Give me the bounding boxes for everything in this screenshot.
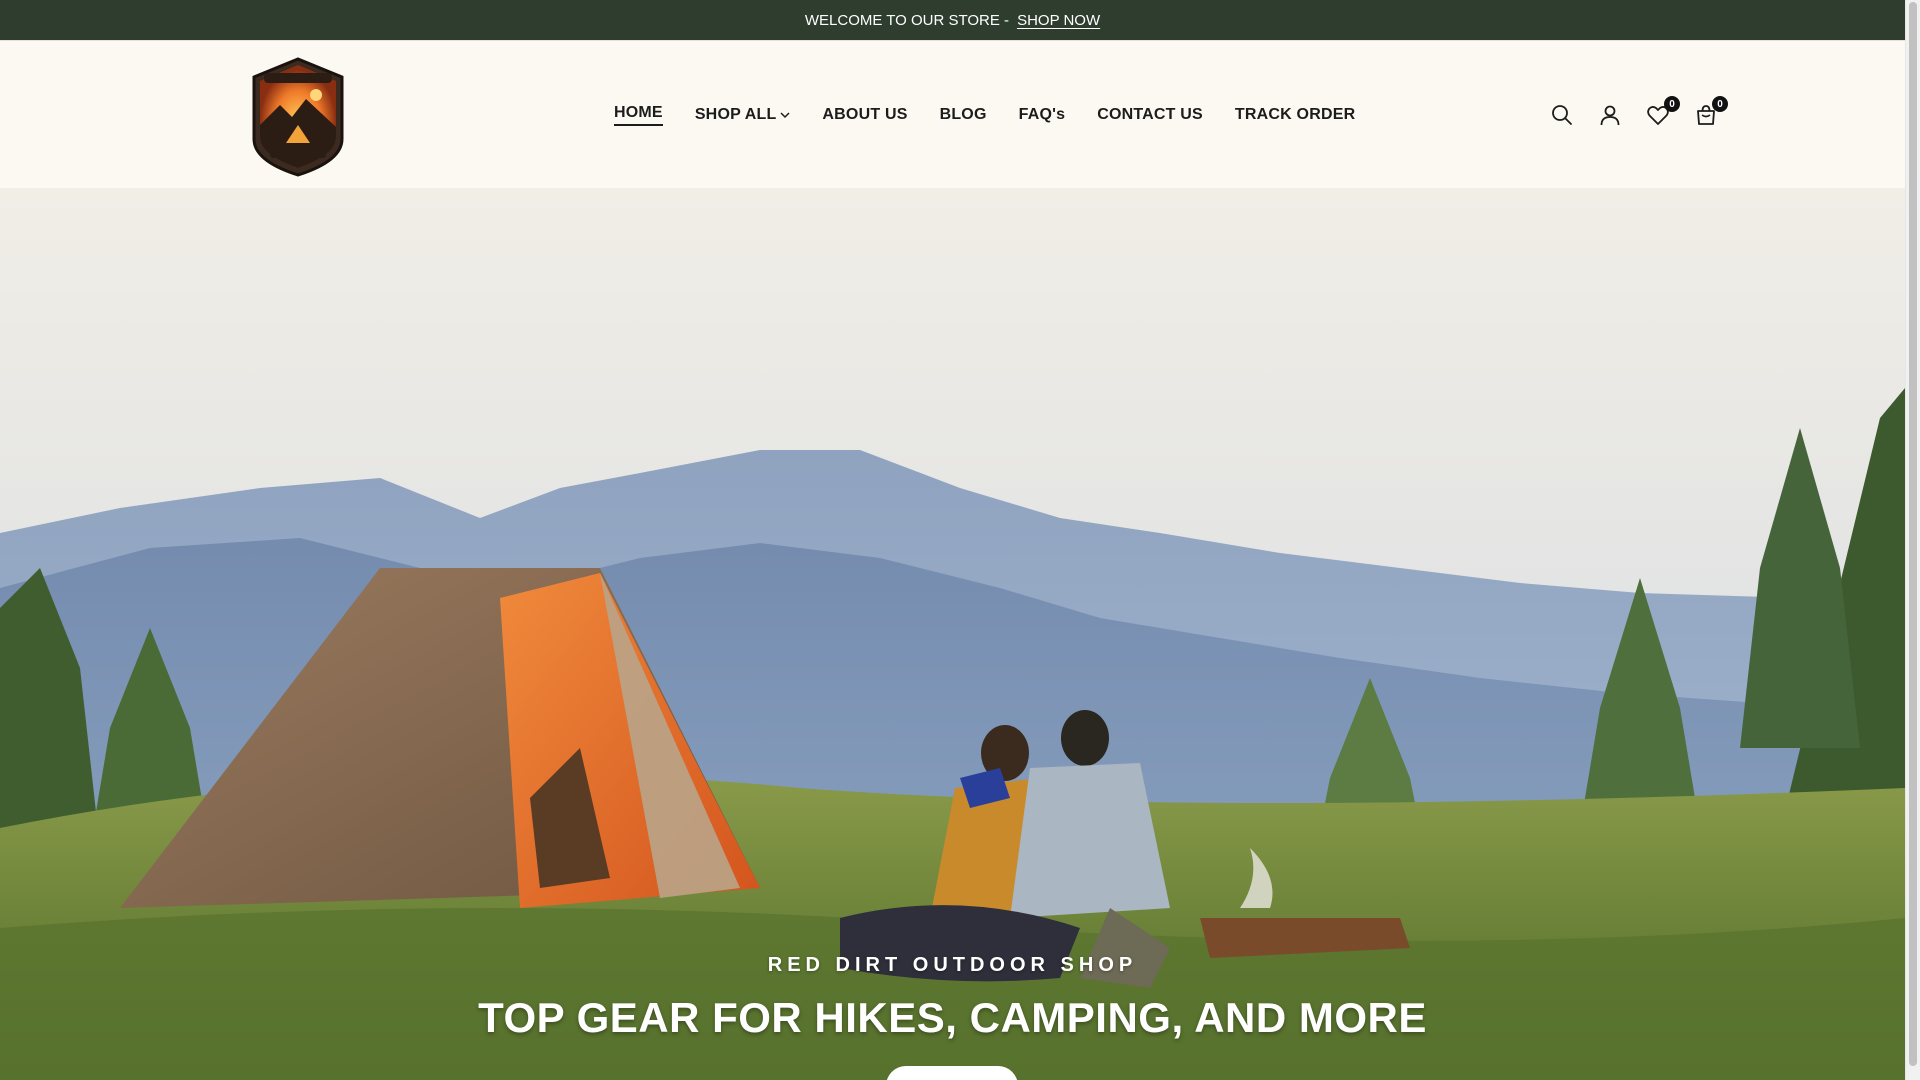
chevron-down-icon bbox=[780, 111, 790, 122]
nav-about-us[interactable]: ABOUT US bbox=[822, 106, 907, 124]
nav-shop-all-label: SHOP ALL bbox=[694, 106, 777, 123]
hero-landscape-image bbox=[0, 188, 1905, 1080]
hero-shop-button[interactable] bbox=[886, 1066, 1018, 1080]
nav-blog[interactable]: BLOG bbox=[940, 106, 987, 124]
announcement-text: WELCOME TO OUR STORE - bbox=[804, 11, 1010, 29]
header-icons: 0 0 bbox=[1550, 41, 1728, 189]
announcement-bar: WELCOME TO OUR STORE - SHOP NOW bbox=[0, 0, 1905, 40]
page-scrollbar[interactable] bbox=[1905, 0, 1920, 1080]
hero-title: TOP GEAR FOR HIKES, CAMPING, AND MORE bbox=[478, 994, 1427, 1041]
nav-track-order-label: TRACK ORDER bbox=[1234, 106, 1356, 123]
main-nav: HOME SHOP ALL ABOUT US BLOG FAQ's CONTAC… bbox=[614, 41, 1387, 189]
hero-banner: RED DIRT OUTDOOR SHOP TOP GEAR FOR HIKES… bbox=[0, 188, 1905, 1080]
shop-now-link[interactable]: SHOP NOW bbox=[1017, 12, 1100, 29]
nav-home-label: HOME bbox=[614, 104, 663, 126]
site-header: HOME SHOP ALL ABOUT US BLOG FAQ's CONTAC… bbox=[0, 40, 1905, 188]
nav-contact-us[interactable]: CONTACT US bbox=[1097, 106, 1203, 124]
nav-home[interactable]: HOME bbox=[614, 104, 663, 126]
cart-icon[interactable]: 0 bbox=[1694, 96, 1728, 127]
wishlist-count-badge: 0 bbox=[1664, 96, 1680, 112]
cart-count-badge: 0 bbox=[1712, 96, 1728, 112]
scrollbar-thumb[interactable] bbox=[1909, 2, 1917, 1066]
nav-about-us-label: ABOUT US bbox=[822, 106, 908, 123]
search-icon[interactable] bbox=[1550, 103, 1574, 127]
nav-track-order[interactable]: TRACK ORDER bbox=[1235, 106, 1355, 124]
store-logo[interactable] bbox=[246, 55, 350, 179]
nav-contact-us-label: CONTACT US bbox=[1097, 106, 1203, 123]
heart-icon[interactable]: 0 bbox=[1646, 96, 1680, 127]
nav-shop-all[interactable]: SHOP ALL bbox=[695, 106, 791, 124]
nav-faqs-label: FAQ's bbox=[1018, 106, 1066, 123]
user-icon[interactable] bbox=[1598, 103, 1622, 127]
nav-blog-label: BLOG bbox=[939, 106, 987, 123]
nav-faqs[interactable]: FAQ's bbox=[1019, 106, 1066, 124]
hero-subtitle: RED DIRT OUTDOOR SHOP bbox=[767, 954, 1138, 976]
